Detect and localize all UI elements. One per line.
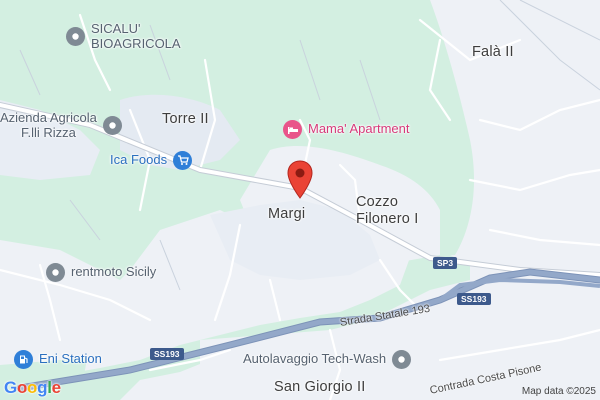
area-label-cozzo-filonero-i: Cozzo Filonero I xyxy=(356,194,419,227)
logo-letter-o1: o xyxy=(16,378,28,397)
map-attribution[interactable]: Map data ©2025 xyxy=(522,386,596,397)
poi-label: Azienda Agricola F.lli Rizza xyxy=(0,110,97,140)
road-shield-ss193-west: SS193 xyxy=(150,348,184,361)
area-label-torre-ii: Torre II xyxy=(162,111,209,127)
area-label-margi: Margi xyxy=(268,206,306,222)
location-marker-icon[interactable] xyxy=(286,160,314,200)
poi-rentmoto-sicily[interactable]: rentmoto Sicily xyxy=(46,263,156,282)
road-shield-sp3: SP3 xyxy=(433,257,458,270)
poi-label: SICALU' BIOAGRICOLA xyxy=(91,21,181,51)
poi-autolavaggio-tech-wash[interactable]: Autolavaggio Tech-Wash xyxy=(243,350,412,369)
place-pin-icon xyxy=(102,116,122,136)
poi-sicalu-bioagricola[interactable]: SICALU' BIOAGRICOLA xyxy=(66,21,181,52)
road-shield-ss193-east: SS193 xyxy=(457,293,491,306)
google-logo: Google xyxy=(4,378,61,398)
logo-letter-g1: G xyxy=(4,378,17,397)
poi-label: Ica Foods xyxy=(110,152,168,168)
place-pin-icon xyxy=(46,263,65,282)
logo-letter-o2: o xyxy=(27,378,38,397)
gas-station-icon xyxy=(14,350,33,369)
poi-label: rentmoto Sicily xyxy=(71,264,157,280)
poi-eni-station[interactable]: Eni Station xyxy=(14,350,102,369)
poi-azienda-agricola-fratelli-rizza[interactable]: Azienda Agricola F.lli Rizza xyxy=(0,110,122,141)
area-label-san-giorgio-ii: San Giorgio II xyxy=(274,379,366,395)
map-canvas[interactable]: Torre II Falà II Margi Cozzo Filonero I … xyxy=(0,0,600,400)
place-pin-icon xyxy=(392,350,412,369)
shopping-cart-icon xyxy=(173,151,193,170)
logo-letter-e: e xyxy=(51,378,61,397)
poi-label: Eni Station xyxy=(39,351,102,367)
poi-ica-foods[interactable]: Ica Foods xyxy=(110,151,193,170)
area-label-fala-ii: Falà II xyxy=(472,44,514,60)
poi-mama-apartment[interactable]: Mama' Apartment xyxy=(283,120,409,139)
place-pin-icon xyxy=(66,27,85,47)
logo-letter-g2: g xyxy=(37,378,48,397)
poi-label: Mama' Apartment xyxy=(308,121,410,137)
bed-icon xyxy=(283,120,302,139)
poi-label: Autolavaggio Tech-Wash xyxy=(243,351,387,367)
